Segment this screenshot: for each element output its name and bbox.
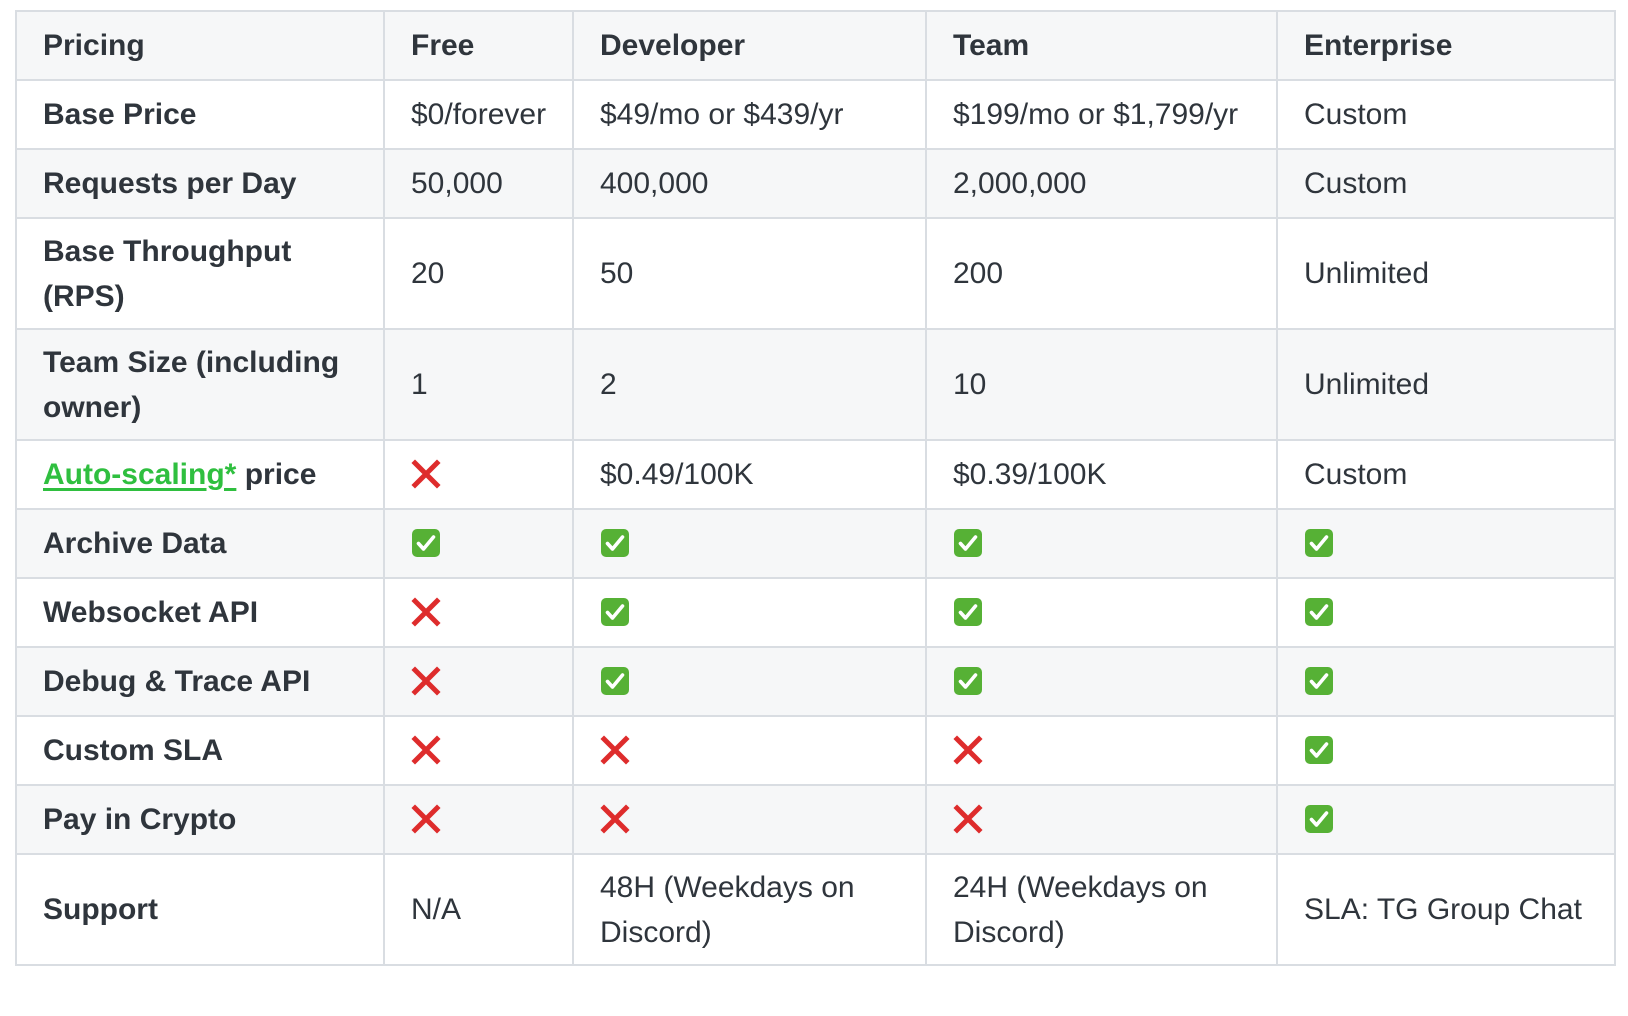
pricing-table: Pricing Free Developer Team Enterprise B… xyxy=(15,10,1616,966)
table-cell: Unlimited xyxy=(1276,217,1616,330)
table-row: Pay in Crypto xyxy=(15,784,1616,855)
table-cell xyxy=(925,784,1278,855)
row-label: Team Size (including owner) xyxy=(15,328,385,441)
table-cell: 400,000 xyxy=(572,148,927,219)
cross-mark-icon xyxy=(411,735,441,765)
table-cell: 50 xyxy=(572,217,927,330)
header-free: Free xyxy=(383,10,574,81)
row-label: Debug & Trace API xyxy=(15,646,385,717)
check-mark-icon xyxy=(953,528,983,558)
cross-mark-icon xyxy=(953,804,983,834)
cross-mark-icon xyxy=(600,804,630,834)
check-mark-icon xyxy=(953,666,983,696)
check-mark-icon xyxy=(953,597,983,627)
table-cell: $0/forever xyxy=(383,79,574,150)
row-label: Pay in Crypto xyxy=(15,784,385,855)
table-cell xyxy=(925,577,1278,648)
table-row: Custom SLA xyxy=(15,715,1616,786)
table-cell: 48H (Weekdays on Discord) xyxy=(572,853,927,966)
table-row: Requests per Day 50,000 400,000 2,000,00… xyxy=(15,148,1616,219)
check-mark-icon xyxy=(1304,666,1334,696)
table-cell xyxy=(572,508,927,579)
table-header-row: Pricing Free Developer Team Enterprise xyxy=(15,10,1616,81)
row-label: Websocket API xyxy=(15,577,385,648)
table-row: Base Throughput (RPS) 20 50 200 Unlimite… xyxy=(15,217,1616,330)
table-cell: 200 xyxy=(925,217,1278,330)
header-pricing: Pricing xyxy=(15,10,385,81)
table-cell: 10 xyxy=(925,328,1278,441)
row-label: Base Throughput (RPS) xyxy=(15,217,385,330)
check-mark-icon xyxy=(600,597,630,627)
table-cell: 1 xyxy=(383,328,574,441)
table-cell: Custom xyxy=(1276,148,1616,219)
table-row: Base Price $0/forever $49/mo or $439/yr … xyxy=(15,79,1616,150)
table-cell: 2 xyxy=(572,328,927,441)
row-label: Requests per Day xyxy=(15,148,385,219)
table-cell: N/A xyxy=(383,853,574,966)
check-mark-icon xyxy=(600,666,630,696)
check-mark-icon xyxy=(1304,528,1334,558)
row-label-suffix: price xyxy=(236,458,317,491)
cross-mark-icon xyxy=(411,459,441,489)
table-cell xyxy=(383,715,574,786)
auto-scaling-link[interactable]: Auto-scaling* xyxy=(43,458,236,491)
table-cell xyxy=(1276,577,1616,648)
table-cell: SLA: TG Group Chat xyxy=(1276,853,1616,966)
table-cell xyxy=(1276,508,1616,579)
table-cell: Custom xyxy=(1276,79,1616,150)
header-team: Team xyxy=(925,10,1278,81)
table-cell: 2,000,000 xyxy=(925,148,1278,219)
cross-mark-icon xyxy=(953,735,983,765)
table-cell xyxy=(1276,784,1616,855)
table-cell xyxy=(383,508,574,579)
table-cell xyxy=(925,646,1278,717)
table-cell: Unlimited xyxy=(1276,328,1616,441)
row-label: Base Price xyxy=(15,79,385,150)
table-cell: $0.49/100K xyxy=(572,439,927,510)
table-cell xyxy=(572,577,927,648)
table-cell: $49/mo or $439/yr xyxy=(572,79,927,150)
table-cell xyxy=(383,577,574,648)
row-label: Custom SLA xyxy=(15,715,385,786)
table-cell: $0.39/100K xyxy=(925,439,1278,510)
table-cell: 20 xyxy=(383,217,574,330)
cross-mark-icon xyxy=(411,597,441,627)
table-cell xyxy=(383,646,574,717)
header-developer: Developer xyxy=(572,10,927,81)
table-cell xyxy=(572,784,927,855)
table-row: Websocket API xyxy=(15,577,1616,648)
table-cell xyxy=(925,715,1278,786)
table-cell xyxy=(925,508,1278,579)
check-mark-icon xyxy=(600,528,630,558)
table-row: Team Size (including owner) 1 2 10 Unlim… xyxy=(15,328,1616,441)
check-mark-icon xyxy=(411,528,441,558)
check-mark-icon xyxy=(1304,735,1334,765)
table-cell xyxy=(572,646,927,717)
table-cell: $199/mo or $1,799/yr xyxy=(925,79,1278,150)
table-row: Auto-scaling* price $0.49/100K $0.39/100… xyxy=(15,439,1616,510)
cross-mark-icon xyxy=(411,804,441,834)
check-mark-icon xyxy=(1304,804,1334,834)
check-mark-icon xyxy=(1304,597,1334,627)
table-cell: 50,000 xyxy=(383,148,574,219)
table-cell xyxy=(1276,646,1616,717)
table-cell xyxy=(383,784,574,855)
header-enterprise: Enterprise xyxy=(1276,10,1616,81)
row-label: Archive Data xyxy=(15,508,385,579)
table-cell xyxy=(572,715,927,786)
table-row: Archive Data xyxy=(15,508,1616,579)
table-cell xyxy=(1276,715,1616,786)
row-label: Auto-scaling* price xyxy=(15,439,385,510)
table-cell: 24H (Weekdays on Discord) xyxy=(925,853,1278,966)
cross-mark-icon xyxy=(411,666,441,696)
row-label: Support xyxy=(15,853,385,966)
cross-mark-icon xyxy=(600,735,630,765)
table-row: Debug & Trace API xyxy=(15,646,1616,717)
table-cell xyxy=(383,439,574,510)
table-cell: Custom xyxy=(1276,439,1616,510)
table-row: Support N/A 48H (Weekdays on Discord) 24… xyxy=(15,853,1616,966)
